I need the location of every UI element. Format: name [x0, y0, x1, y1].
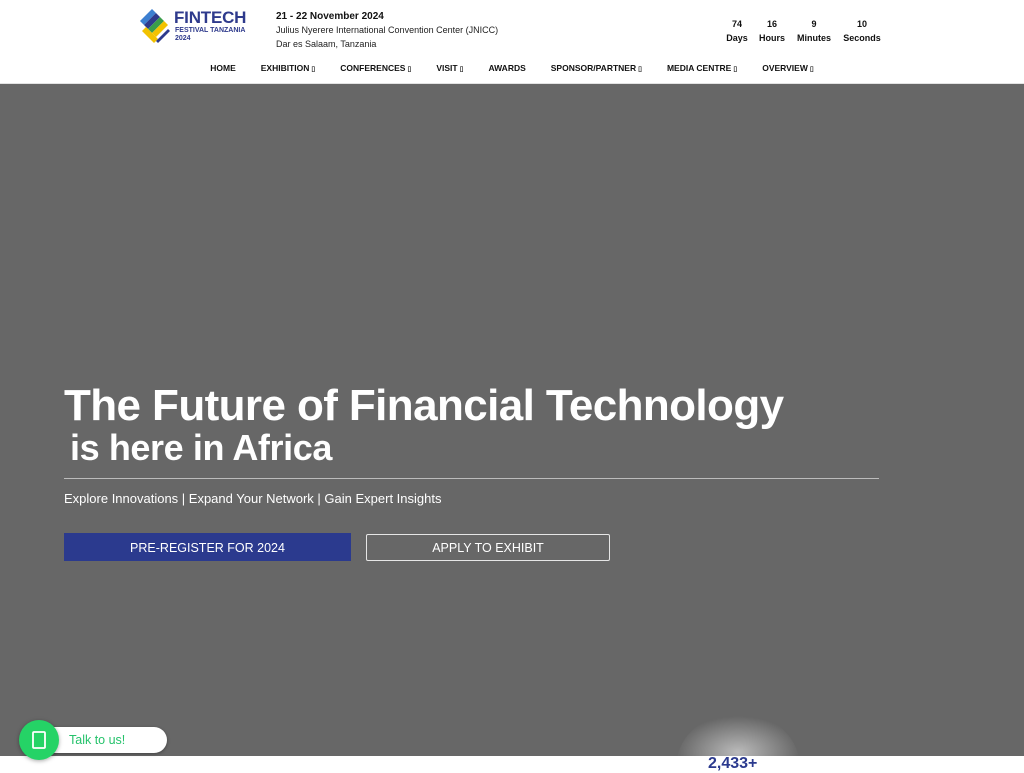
countdown-value: 74 [731, 19, 742, 29]
event-venue: Julius Nyerere International Convention … [276, 25, 499, 35]
dropdown-caret-icon: ▯ [809, 66, 814, 73]
countdown-timer: 74 Days 16 Hours 9 Minutes 10 Seconds [724, 17, 890, 46]
dropdown-caret-icon: ▯ [733, 66, 738, 73]
countdown-value: 10 [856, 19, 867, 29]
nav-item-media-centre[interactable]: MEDIA CENTRE ▯ [654, 58, 749, 78]
whatsapp-icon [32, 731, 46, 749]
stats-section [0, 756, 1024, 768]
countdown-value: 9 [811, 19, 817, 29]
countdown-minutes: 9 Minutes [794, 17, 834, 46]
countdown-label: Minutes [796, 33, 831, 43]
site-header: FINTECH FESTIVAL TANZANIA 2024 21 - 22 N… [0, 0, 1024, 84]
logo-wordmark: FINTECH [174, 8, 247, 27]
countdown-seconds: 10 Seconds [840, 17, 884, 46]
nav-item-conferences[interactable]: CONFERENCES ▯ [328, 58, 424, 78]
dropdown-caret-icon: ▯ [311, 66, 316, 73]
logo-year: 2024 [175, 35, 191, 42]
event-date: 21 - 22 November 2024 [276, 11, 384, 22]
nav-item-exhibition[interactable]: EXHIBITION ▯ [248, 58, 328, 78]
stat-count: 2,433+ [708, 755, 758, 772]
nav-item-visit[interactable]: VISIT ▯ [424, 58, 476, 78]
main-nav: HOME EXHIBITION ▯ CONFERENCES ▯ VISIT ▯ AWA… [0, 58, 1024, 78]
hero-divider [64, 478, 879, 479]
hero-tagline: Explore Innovations | Expand Your Networ… [64, 491, 442, 506]
nav-item-label: MEDIA CENTRE [666, 63, 732, 73]
pre-register-button[interactable]: PRE-REGISTER FOR 2024 [64, 533, 351, 561]
nav-item-label: VISIT [436, 63, 458, 73]
dropdown-caret-icon: ▯ [459, 66, 464, 73]
countdown-days: 74 Days [724, 17, 750, 46]
hero-subtitle: is here in Africa [70, 427, 332, 468]
nav-item-home[interactable]: HOME [198, 58, 249, 78]
nav-item-label: SPONSOR/PARTNER [550, 63, 637, 73]
nav-item-label: EXHIBITION [260, 63, 310, 73]
countdown-value: 16 [766, 19, 777, 29]
countdown-hours: 16 Hours [756, 17, 788, 46]
site-logo[interactable]: FINTECH FESTIVAL TANZANIA 2024 [138, 7, 248, 45]
dropdown-caret-icon: ▯ [638, 66, 642, 73]
nav-item-label: HOME [210, 63, 236, 73]
nav-item-sponsor-partner[interactable]: SPONSOR/PARTNER ▯ [538, 58, 654, 78]
countdown-label: Hours [758, 33, 785, 43]
nav-item-label: CONFERENCES [340, 63, 406, 73]
chat-button[interactable] [19, 720, 59, 760]
chat-widget[interactable]: Talk to us! [19, 720, 167, 760]
event-city: Dar es Salaam, Tanzania [276, 39, 377, 49]
nav-item-label: OVERVIEW [762, 63, 808, 73]
logo-subtitle: FESTIVAL TANZANIA [175, 27, 246, 34]
apply-to-exhibit-button[interactable]: APPLY TO EXHIBIT [366, 534, 610, 561]
nav-item-label: AWARDS [488, 63, 526, 73]
dropdown-caret-icon: ▯ [407, 66, 412, 73]
countdown-label: Days [726, 33, 748, 43]
hero-title: The Future of Financial Technology [64, 381, 784, 430]
chat-label[interactable]: Talk to us! [69, 733, 125, 747]
nav-item-awards[interactable]: AWARDS [476, 58, 538, 78]
nav-item-overview[interactable]: OVERVIEW ▯ [750, 58, 827, 78]
fintech-logo-icon [140, 9, 170, 43]
hero-section: The Future of Financial Technology is he… [0, 84, 1024, 756]
event-info: 21 - 22 November 2024 Julius Nyerere Int… [276, 10, 536, 51]
countdown-label: Seconds [843, 33, 881, 43]
